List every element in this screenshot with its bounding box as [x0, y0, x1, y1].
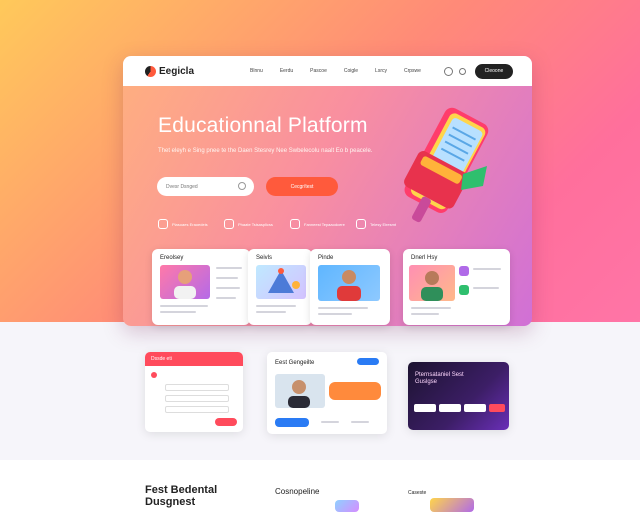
- form-field[interactable]: [165, 406, 229, 413]
- text-line: [216, 267, 242, 269]
- feature-label: Phaate Tsisasplicss: [238, 221, 273, 227]
- feature-label: Fanneest Tepaaodcere: [304, 221, 345, 227]
- promo-panel: Pternsataniel Sest Guslgse: [408, 362, 509, 430]
- feature-icon: [356, 219, 366, 229]
- card-title: Dnerl Hsy: [411, 255, 438, 261]
- section-left-title: Fest Bedental Dusgnest: [145, 484, 218, 508]
- nav-link-4[interactable]: Coigle: [344, 68, 358, 74]
- text-line: [256, 305, 296, 307]
- course-card[interactable]: Ereolsey: [152, 249, 250, 325]
- text-line: [411, 313, 439, 315]
- card-thumbnail: [256, 265, 306, 299]
- nav-links: Blnnu Eerdu Pascoe Coigle Lsrcy Crpswe: [250, 68, 438, 74]
- course-panel: Eest Gengeilte: [267, 352, 387, 434]
- promo-input[interactable]: [439, 404, 461, 412]
- avatar: [288, 380, 310, 408]
- card-thumbnail: [409, 265, 455, 301]
- promo-title: Pternsataniel Sest Guslgse: [415, 372, 464, 385]
- avatar: [337, 270, 361, 301]
- nav-link-3[interactable]: Pascoe: [310, 68, 327, 74]
- avatar: [421, 271, 443, 301]
- panel-title: Eest Gengeilte: [275, 360, 315, 366]
- text-line: [318, 307, 368, 309]
- search-placeholder: Dvesr Dsnged: [166, 183, 198, 190]
- card-thumbnail: [318, 265, 380, 301]
- promo-input[interactable]: [464, 404, 486, 412]
- toggle[interactable]: [357, 358, 379, 365]
- bottom-thumbnail: [335, 500, 359, 512]
- text-line: [473, 287, 499, 289]
- book-illustration: [404, 107, 489, 223]
- tree-illustration-icon: [268, 268, 300, 293]
- panel-header: Dssde eti: [145, 352, 243, 366]
- footer-background: [0, 460, 640, 512]
- feature-item: Plasoaes Eraoedeis: [158, 219, 224, 229]
- feature-label: Plasoaes Eraoedeis: [172, 221, 208, 227]
- feature-icon: [290, 219, 300, 229]
- feature-item: Fanneest Tepaaodcere: [290, 219, 356, 229]
- status-icon: [151, 372, 157, 378]
- card-title: Pinde: [318, 255, 334, 261]
- form-panel: Dssde eti: [145, 352, 243, 432]
- course-card[interactable]: Dnerl Hsy: [403, 249, 510, 325]
- nav-link-5[interactable]: Lsrcy: [375, 68, 387, 74]
- submit-button[interactable]: [215, 418, 237, 426]
- form-field[interactable]: [165, 395, 229, 402]
- section-mid-title: Cosnopeline: [275, 487, 320, 496]
- text-line: [216, 277, 238, 279]
- brand-logo[interactable]: Eegicla: [145, 65, 195, 77]
- feature-icon: [224, 219, 234, 229]
- theme-toggle-icon[interactable]: [443, 66, 453, 76]
- search-icon[interactable]: [458, 67, 466, 75]
- course-card[interactable]: Seivls: [248, 249, 312, 325]
- text-line: [411, 307, 451, 309]
- text-line: [351, 421, 369, 423]
- feature-item: Phaate Tsisasplicss: [224, 219, 290, 229]
- text-line: [256, 311, 286, 313]
- promo-button[interactable]: [489, 404, 505, 412]
- nav-link-6[interactable]: Crpswe: [404, 68, 421, 74]
- mini-thumbnail: [459, 285, 469, 295]
- card-thumbnail: [160, 265, 210, 299]
- hero-subtitle: Thet eleyh e Sing pnee te the Daen Stesr…: [158, 148, 373, 154]
- top-navbar: Eegicla Blnnu Eerdu Pascoe Coigle Lsrcy …: [123, 56, 532, 86]
- text-line: [321, 421, 339, 423]
- brand-name: Eegicla: [159, 65, 195, 77]
- text-line: [318, 313, 352, 315]
- card-title: Ereolsey: [160, 255, 184, 261]
- highlight-card: [329, 382, 381, 400]
- nav-link-1[interactable]: Blnnu: [250, 68, 263, 74]
- nav-actions: Cleoone: [438, 63, 513, 79]
- form-field[interactable]: [165, 384, 229, 391]
- logo-icon: [145, 65, 156, 77]
- nav-cta-button[interactable]: Cleoone: [474, 63, 513, 79]
- promo-input[interactable]: [414, 404, 436, 412]
- text-line: [216, 297, 236, 299]
- bottom-thumbnail: [430, 498, 474, 512]
- text-line: [160, 311, 196, 313]
- video-thumbnail[interactable]: [275, 374, 325, 408]
- section-right-title: Caseste: [408, 490, 427, 496]
- course-card[interactable]: Pinde: [310, 249, 390, 325]
- avatar: [174, 270, 196, 299]
- search-icon: [238, 182, 246, 190]
- mini-thumbnail: [459, 266, 469, 276]
- primary-button[interactable]: [275, 418, 309, 427]
- text-line: [160, 305, 208, 307]
- hero-search-input[interactable]: Dvesr Dsnged: [157, 177, 254, 196]
- nav-link-2[interactable]: Eerdu: [280, 68, 293, 74]
- panel-title: Dssde eti: [151, 356, 172, 362]
- text-line: [216, 287, 240, 289]
- feature-icon: [158, 219, 168, 229]
- hero-cta-button[interactable]: Cecgr/test: [266, 177, 338, 196]
- card-title: Seivls: [256, 255, 273, 261]
- text-line: [473, 268, 501, 270]
- hero-title: Educationnal Platform: [158, 114, 368, 137]
